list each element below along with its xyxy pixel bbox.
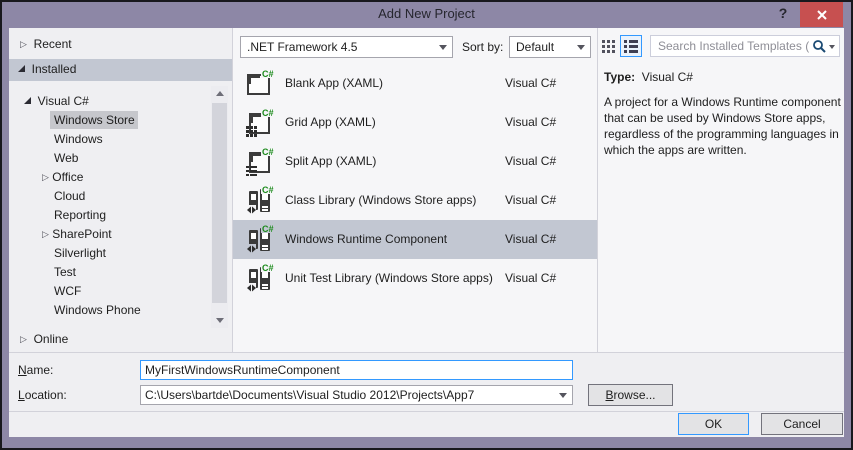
location-label: Location: bbox=[18, 388, 67, 402]
tree-scrollbar[interactable] bbox=[211, 86, 228, 328]
template-row-class-library[interactable]: C# Class Library (Windows Store apps) Vi… bbox=[233, 181, 597, 220]
tree-item-installed[interactable]: Installed bbox=[18, 62, 76, 76]
framework-combobox[interactable]: .NET Framework 4.5 bbox=[240, 36, 453, 58]
tree-item-reporting[interactable]: Reporting bbox=[54, 208, 106, 222]
search-icon bbox=[812, 39, 827, 59]
unit-test-library-icon: C# bbox=[246, 263, 274, 293]
scroll-down-icon[interactable] bbox=[211, 313, 228, 328]
chevron-down-icon[interactable] bbox=[829, 45, 835, 49]
svg-text:C#: C# bbox=[262, 263, 274, 273]
svg-text:C#: C# bbox=[262, 108, 274, 118]
template-row-split-app[interactable]: C# Split App (XAML) Visual C# bbox=[233, 142, 597, 181]
tree-item-cloud[interactable]: Cloud bbox=[54, 189, 85, 203]
tree-item-office[interactable]: ▷ Office bbox=[42, 170, 83, 184]
sort-combobox[interactable]: Default bbox=[509, 36, 591, 58]
chevron-down-icon bbox=[577, 45, 585, 50]
svg-text:C#: C# bbox=[262, 69, 274, 79]
grid-app-icon: C# bbox=[246, 108, 274, 137]
tree-item-windows-phone[interactable]: Windows Phone bbox=[54, 303, 141, 317]
collapsed-arrow-icon[interactable]: ▷ bbox=[20, 334, 27, 345]
collapsed-arrow-icon[interactable]: ▷ bbox=[20, 39, 27, 50]
search-box bbox=[650, 35, 840, 57]
browse-button[interactable]: Browse... bbox=[588, 384, 673, 406]
type-value: Visual C# bbox=[641, 70, 693, 84]
svg-text:C#: C# bbox=[262, 147, 274, 157]
add-new-project-dialog: Add New Project ? .NET Framework 4.5 Sor… bbox=[0, 0, 853, 450]
dialog-title: Add New Project bbox=[378, 6, 475, 21]
collapsed-arrow-icon[interactable]: ▷ bbox=[42, 229, 49, 240]
template-row-windows-runtime-component[interactable]: C# Windows Runtime Component Visual C# bbox=[233, 220, 597, 259]
list-view-icon bbox=[624, 39, 638, 53]
template-row-unit-test-library[interactable]: C# Unit Test Library (Windows Store apps… bbox=[233, 259, 597, 298]
template-row-grid-app[interactable]: C# Grid App (XAML) Visual C# bbox=[233, 103, 597, 142]
template-description: A project for a Windows Runtime componen… bbox=[604, 95, 841, 157]
small-icons-view-button[interactable] bbox=[600, 38, 617, 55]
split-app-icon: C# bbox=[246, 147, 274, 176]
svg-text:C#: C# bbox=[262, 185, 274, 195]
blank-app-icon: C# bbox=[247, 69, 274, 95]
tree-item-sharepoint[interactable]: ▷ SharePoint bbox=[42, 227, 112, 241]
ok-button[interactable]: OK bbox=[678, 413, 749, 435]
help-button[interactable]: ? bbox=[774, 5, 792, 21]
type-label: Type: bbox=[604, 70, 636, 84]
name-label: Name: bbox=[18, 363, 54, 377]
tree-item-online[interactable]: ▷ Online bbox=[20, 332, 68, 346]
svg-text:C#: C# bbox=[262, 224, 274, 234]
tree-item-windows[interactable]: Windows bbox=[54, 132, 103, 146]
close-icon bbox=[816, 9, 827, 20]
windows-runtime-component-icon: C# bbox=[246, 224, 274, 254]
scroll-up-icon[interactable] bbox=[211, 86, 228, 101]
template-type: Type: Visual C# bbox=[604, 70, 693, 84]
list-details-divider bbox=[597, 28, 598, 352]
tree-item-silverlight[interactable]: Silverlight bbox=[54, 246, 106, 260]
location-combobox[interactable]: C:\Users\bartde\Documents\Visual Studio … bbox=[140, 385, 573, 405]
buttons-divider bbox=[9, 411, 844, 412]
close-button[interactable] bbox=[800, 2, 843, 27]
location-value: C:\Users\bartde\Documents\Visual Studio … bbox=[145, 388, 475, 402]
cancel-button[interactable]: Cancel bbox=[761, 413, 843, 435]
tree-item-web[interactable]: Web bbox=[54, 151, 78, 165]
search-input[interactable] bbox=[656, 38, 811, 54]
tree-item-visual-csharp[interactable]: Visual C# bbox=[24, 94, 89, 108]
expanded-arrow-icon[interactable] bbox=[18, 65, 25, 72]
scrollbar-thumb[interactable] bbox=[212, 103, 227, 303]
framework-combobox-value: .NET Framework 4.5 bbox=[247, 40, 358, 54]
small-icons-grid-icon bbox=[602, 40, 615, 53]
tree-item-windows-store[interactable]: Windows Store bbox=[54, 113, 135, 127]
sort-by-label: Sort by: bbox=[462, 40, 504, 54]
chevron-down-icon bbox=[559, 393, 567, 398]
expanded-arrow-icon[interactable] bbox=[24, 97, 31, 104]
template-row-blank-app[interactable]: C# Blank App (XAML) Visual C# bbox=[233, 64, 597, 103]
tree-item-recent[interactable]: ▷ Recent bbox=[20, 37, 72, 51]
chevron-down-icon bbox=[439, 45, 447, 50]
tree-item-test[interactable]: Test bbox=[54, 265, 76, 279]
collapsed-arrow-icon[interactable]: ▷ bbox=[42, 172, 49, 183]
form-divider bbox=[9, 352, 844, 353]
sort-combobox-value: Default bbox=[516, 40, 555, 54]
name-input[interactable] bbox=[140, 360, 573, 380]
list-view-button[interactable] bbox=[620, 35, 642, 57]
class-library-icon: C# bbox=[246, 185, 274, 215]
tree-item-wcf[interactable]: WCF bbox=[54, 284, 81, 298]
